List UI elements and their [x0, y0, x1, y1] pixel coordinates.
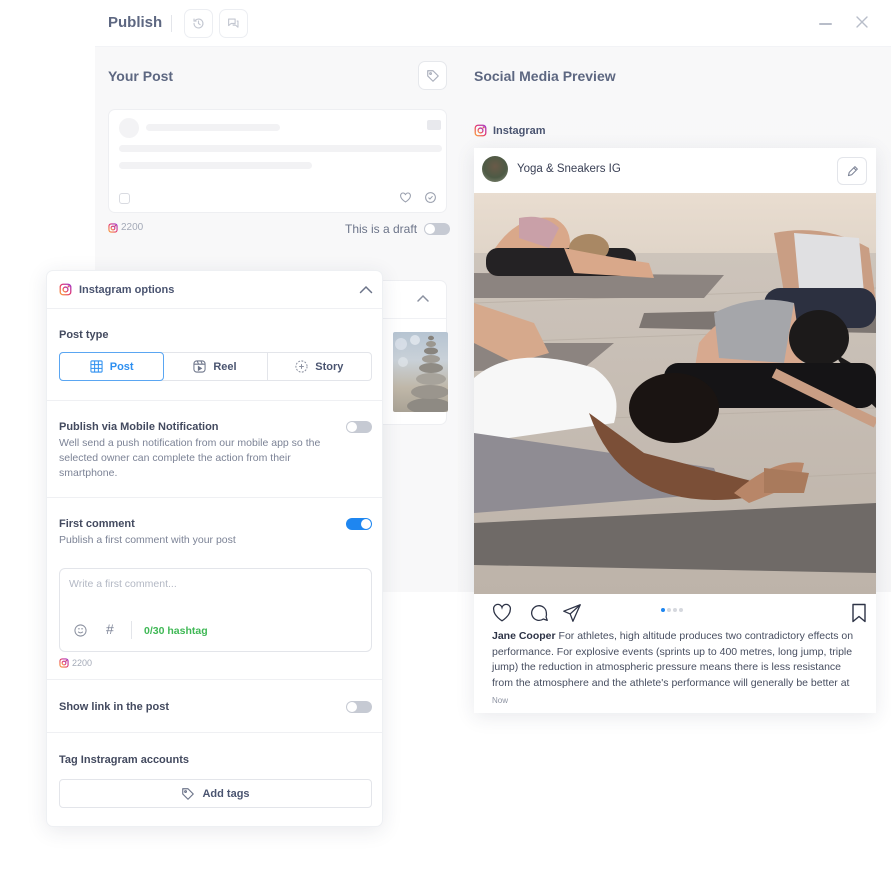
reel-icon — [193, 360, 206, 373]
comments-button[interactable] — [219, 9, 248, 38]
options-title: Instagram options — [79, 284, 175, 296]
caption-author: Jane Cooper — [492, 630, 556, 642]
edit-button[interactable] — [837, 157, 867, 185]
mobile-notification-description: Well send a push notification from our m… — [59, 437, 321, 479]
emoji-icon[interactable] — [74, 624, 87, 637]
comment-icon[interactable] — [528, 602, 550, 624]
post-type-label: Reel — [213, 360, 237, 373]
minimize-icon — [819, 23, 832, 25]
skeleton-line — [119, 162, 312, 169]
first-comment-toggle[interactable] — [346, 518, 372, 530]
post-type-story[interactable]: Story — [268, 353, 371, 380]
carousel-indicator — [661, 608, 683, 612]
instagram-icon — [474, 124, 487, 137]
history-button[interactable] — [184, 9, 213, 38]
story-icon — [295, 360, 308, 373]
stone-stack-image — [395, 335, 448, 412]
publish-header: Publish — [95, 0, 891, 47]
post-type-label: Story — [315, 360, 344, 373]
add-tags-label: Add tags — [202, 787, 250, 800]
post-card[interactable] — [108, 109, 447, 213]
tag-button[interactable] — [418, 61, 447, 90]
post-timestamp: Now — [492, 696, 509, 705]
first-comment-box: # 0/30 hashtag — [59, 568, 372, 652]
post-type-post[interactable]: Post — [59, 352, 165, 381]
divider — [131, 621, 132, 639]
header-divider — [171, 15, 172, 32]
heart-icon[interactable] — [399, 191, 412, 204]
skeleton-avatar — [119, 118, 139, 138]
draft-toggle[interactable] — [424, 223, 451, 235]
image-icon — [427, 120, 441, 130]
post-header: Yoga & Sneakers IG — [474, 148, 876, 193]
check-circle-icon[interactable] — [424, 191, 437, 204]
close-icon[interactable] — [855, 15, 869, 29]
share-icon[interactable] — [561, 602, 583, 624]
draft-setting: This is a draft — [345, 222, 451, 236]
post-type-label: Post type — [59, 329, 109, 341]
page-title: Publish — [108, 14, 163, 31]
hashtag-icon[interactable]: # — [106, 621, 114, 637]
character-counter: 2200 — [108, 222, 143, 233]
post-actions — [474, 597, 876, 627]
show-link-section: Show link in the post — [47, 680, 382, 733]
carousel-dot[interactable] — [667, 608, 671, 612]
tag-icon — [182, 787, 195, 800]
instagram-icon — [108, 222, 118, 233]
chevron-up-icon[interactable] — [416, 293, 430, 303]
instagram-options-panel: Instagram options Post type Post Reel St… — [46, 270, 383, 827]
media-thumbnail[interactable] — [393, 332, 448, 412]
account-name: Yoga & Sneakers IG — [517, 163, 621, 175]
select-checkbox[interactable] — [119, 193, 130, 204]
first-comment-description: Publish a first comment with your post — [59, 534, 236, 546]
grid-icon — [90, 360, 103, 373]
carousel-dot[interactable] — [661, 608, 665, 612]
post-caption: Jane Cooper For athletes, high altitude … — [492, 629, 862, 691]
history-icon — [193, 18, 204, 29]
show-link-label: Show link in the post — [59, 701, 169, 713]
network-label: Instagram — [474, 124, 546, 137]
yoga-class-photo — [474, 193, 876, 594]
first-comment-input[interactable] — [69, 578, 359, 590]
options-header[interactable]: Instagram options — [47, 271, 382, 309]
comments-icon — [228, 18, 239, 28]
network-name: Instagram — [493, 124, 546, 137]
carousel-dot[interactable] — [679, 608, 683, 612]
counter-value: 2200 — [72, 658, 93, 668]
mobile-notification-label: Publish via Mobile Notification — [59, 421, 219, 433]
instagram-icon — [59, 658, 69, 668]
post-type-selector: Post Reel Story — [59, 352, 372, 381]
mobile-notification-section: Publish via Mobile Notification Well sen… — [47, 401, 382, 498]
first-comment-label: First comment — [59, 518, 135, 530]
tag-accounts-label: Tag Instragram accounts — [59, 754, 189, 766]
post-type-reel[interactable]: Reel — [163, 353, 268, 380]
hashtag-counter: 0/30 hashtag — [144, 625, 208, 637]
preview-title: Social Media Preview — [474, 68, 616, 84]
post-image[interactable] — [474, 193, 876, 594]
skeleton-line — [119, 145, 442, 152]
add-tags-button[interactable]: Add tags — [59, 779, 372, 808]
counter-value: 2200 — [121, 222, 144, 233]
chevron-up-icon[interactable] — [359, 285, 373, 294]
skeleton-line — [146, 124, 280, 131]
minimize-button[interactable] — [819, 17, 833, 31]
bookmark-icon[interactable] — [851, 603, 867, 623]
instagram-preview-card: Yoga & Sneakers IG Jane Cooper For athle… — [474, 148, 876, 713]
like-icon[interactable] — [491, 602, 513, 624]
mobile-notification-toggle[interactable] — [346, 421, 372, 433]
draft-label: This is a draft — [345, 222, 418, 236]
tag-icon — [426, 69, 439, 82]
post-type-label: Post — [109, 360, 134, 373]
carousel-dot[interactable] — [673, 608, 677, 612]
your-post-title: Your Post — [108, 68, 174, 84]
instagram-icon — [59, 283, 72, 296]
comment-character-counter: 2200 — [59, 658, 92, 668]
show-link-toggle[interactable] — [346, 701, 372, 713]
account-avatar — [482, 156, 508, 182]
pencil-icon — [847, 165, 858, 176]
